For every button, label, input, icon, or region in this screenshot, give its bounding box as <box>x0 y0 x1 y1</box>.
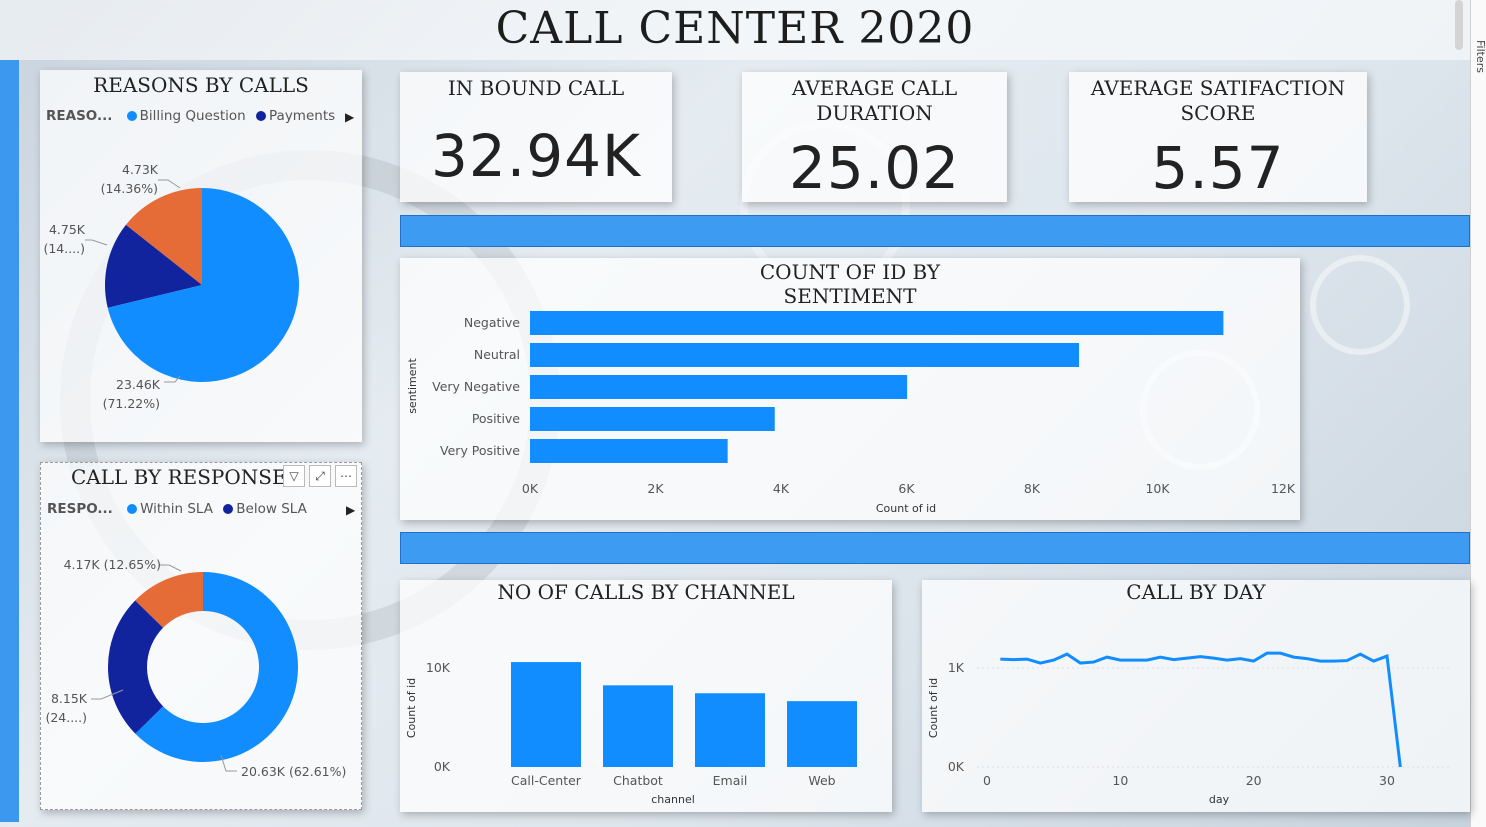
data-label: 4.73K <box>122 162 159 177</box>
y-tick-label: Negative <box>464 315 520 330</box>
leader-line <box>159 564 182 572</box>
x-tick-label: Call-Center <box>511 773 582 788</box>
divider-band <box>400 532 1470 564</box>
data-label: 23.46K <box>116 377 161 392</box>
background-decoration <box>1310 255 1410 355</box>
sentiment-bar[interactable] <box>530 375 908 399</box>
y-tick-label: 0K <box>948 759 965 774</box>
data-label: (14....) <box>43 241 85 256</box>
kpi-value: 25.02 <box>788 134 961 202</box>
x-tick-label: 0K <box>522 481 539 496</box>
calls-per-day-line[interactable] <box>1000 651 1402 768</box>
y-tick-label: Neutral <box>474 347 520 362</box>
kpi-card-average-satisfaction-score[interactable]: AVERAGE SATIFACTION SCORE 5.57 <box>1069 72 1367 202</box>
x-axis-title: day <box>1209 793 1230 806</box>
call-by-day-card[interactable]: CALL BY DAY Count of id day 0 10 20 30 0K 1K <box>922 580 1470 812</box>
leader-line <box>85 239 108 246</box>
x-tick-label: 0 <box>983 773 991 788</box>
x-tick-label: 8K <box>1024 481 1041 496</box>
y-tick-label: 10K <box>426 660 451 675</box>
kpi-value: 32.94K <box>430 122 642 190</box>
x-tick-label: 6K <box>898 481 915 496</box>
x-tick-label: 20 <box>1246 773 1262 788</box>
x-axis-title: channel <box>651 793 695 806</box>
data-label: 4.17K (12.65%) <box>64 557 161 572</box>
pie-slice[interactable] <box>108 600 164 734</box>
y-axis-title: sentiment <box>406 358 419 414</box>
donut-slices <box>108 572 298 762</box>
channel-bar[interactable] <box>511 662 581 767</box>
x-tick-label: 12K <box>1271 481 1296 496</box>
y-tick-label: Very Negative <box>432 379 520 394</box>
data-label: (71.22%) <box>103 396 160 411</box>
pie-slices <box>105 188 300 382</box>
kpi-label: AVERAGE CALL DURATION <box>791 76 958 125</box>
channel-chart-card[interactable]: NO OF CALLS BY CHANNEL Count of id chann… <box>400 580 892 812</box>
x-tick-label: Email <box>713 773 748 788</box>
filters-pane[interactable] <box>1470 0 1486 827</box>
y-axis-title: Count of id <box>405 678 418 738</box>
channel-bar[interactable] <box>695 693 765 767</box>
data-label: (14.36%) <box>101 181 158 196</box>
x-tick-label: Web <box>808 773 835 788</box>
page-header: CALL CENTER 2020 <box>0 0 1470 60</box>
left-accent-strip <box>0 60 19 822</box>
x-tick-label: 10K <box>1145 481 1170 496</box>
sentiment-bar-chart: sentiment Count of id 0K 2K 4K 6K 8K 10K 12K Ne… <box>406 311 1296 515</box>
reasons-pie-chart: 4.73K (14.36%) 4.75K (14....) 23.46K (71… <box>43 162 300 411</box>
y-axis-title: Count of id <box>927 678 940 738</box>
sentiment-bar[interactable] <box>530 311 1224 335</box>
channel-bar[interactable] <box>787 701 857 767</box>
reasons-by-calls-card[interactable]: REASONS BY CALLS REASO... Billing Questi… <box>40 70 362 442</box>
sentiment-bar[interactable] <box>530 407 775 431</box>
kpi-label: IN BOUND CALL <box>447 76 625 100</box>
data-label: 8.15K <box>51 691 88 706</box>
y-tick-label: Positive <box>472 411 520 426</box>
x-tick-label: Chatbot <box>613 773 663 788</box>
channel-bar[interactable] <box>603 685 673 767</box>
data-label: 20.63K (62.61%) <box>241 764 346 779</box>
kpi-card-inbound-calls[interactable]: IN BOUND CALL 32.94K <box>400 72 672 202</box>
channel-bar-chart: Count of id channel 0K 10K Call-Center Chat… <box>405 660 857 806</box>
x-tick-label: 10 <box>1112 773 1128 788</box>
day-line-chart: Count of id day 0 10 20 30 0K 1K <box>927 651 1452 806</box>
filters-pane-label[interactable]: Filters <box>1474 40 1486 73</box>
y-tick-label: 1K <box>948 660 965 675</box>
x-axis-title: Count of id <box>876 502 936 515</box>
response-donut-chart: 4.17K (12.65%) 8.15K (24....) 20.63K (62… <box>45 557 346 779</box>
data-label: (24....) <box>45 710 87 725</box>
x-tick-label: 4K <box>773 481 790 496</box>
y-tick-label: Very Positive <box>440 443 520 458</box>
sentiment-bar[interactable] <box>530 439 728 463</box>
kpi-card-average-call-duration[interactable]: AVERAGE CALL DURATION 25.02 <box>742 72 1007 202</box>
sentiment-chart-card[interactable]: COUNT OF ID BY SENTIMENT sentiment Count… <box>400 258 1300 520</box>
kpi-label: AVERAGE SATIFACTION SCORE <box>1090 76 1346 125</box>
sentiment-bar[interactable] <box>530 343 1080 367</box>
divider-band <box>400 215 1470 247</box>
y-tick-label: 0K <box>434 759 451 774</box>
call-by-response-card[interactable]: CALL BY RESPONSE ▽ ⤢ ⋯ RESPO... Within S… <box>40 462 362 810</box>
data-label: 4.75K <box>49 222 86 237</box>
kpi-value: 5.57 <box>1151 134 1285 202</box>
page-title: CALL CENTER 2020 <box>495 3 975 54</box>
x-tick-label: 2K <box>647 481 664 496</box>
x-tick-label: 30 <box>1379 773 1395 788</box>
leader-line <box>158 179 181 189</box>
scrollbar[interactable] <box>1455 0 1463 50</box>
